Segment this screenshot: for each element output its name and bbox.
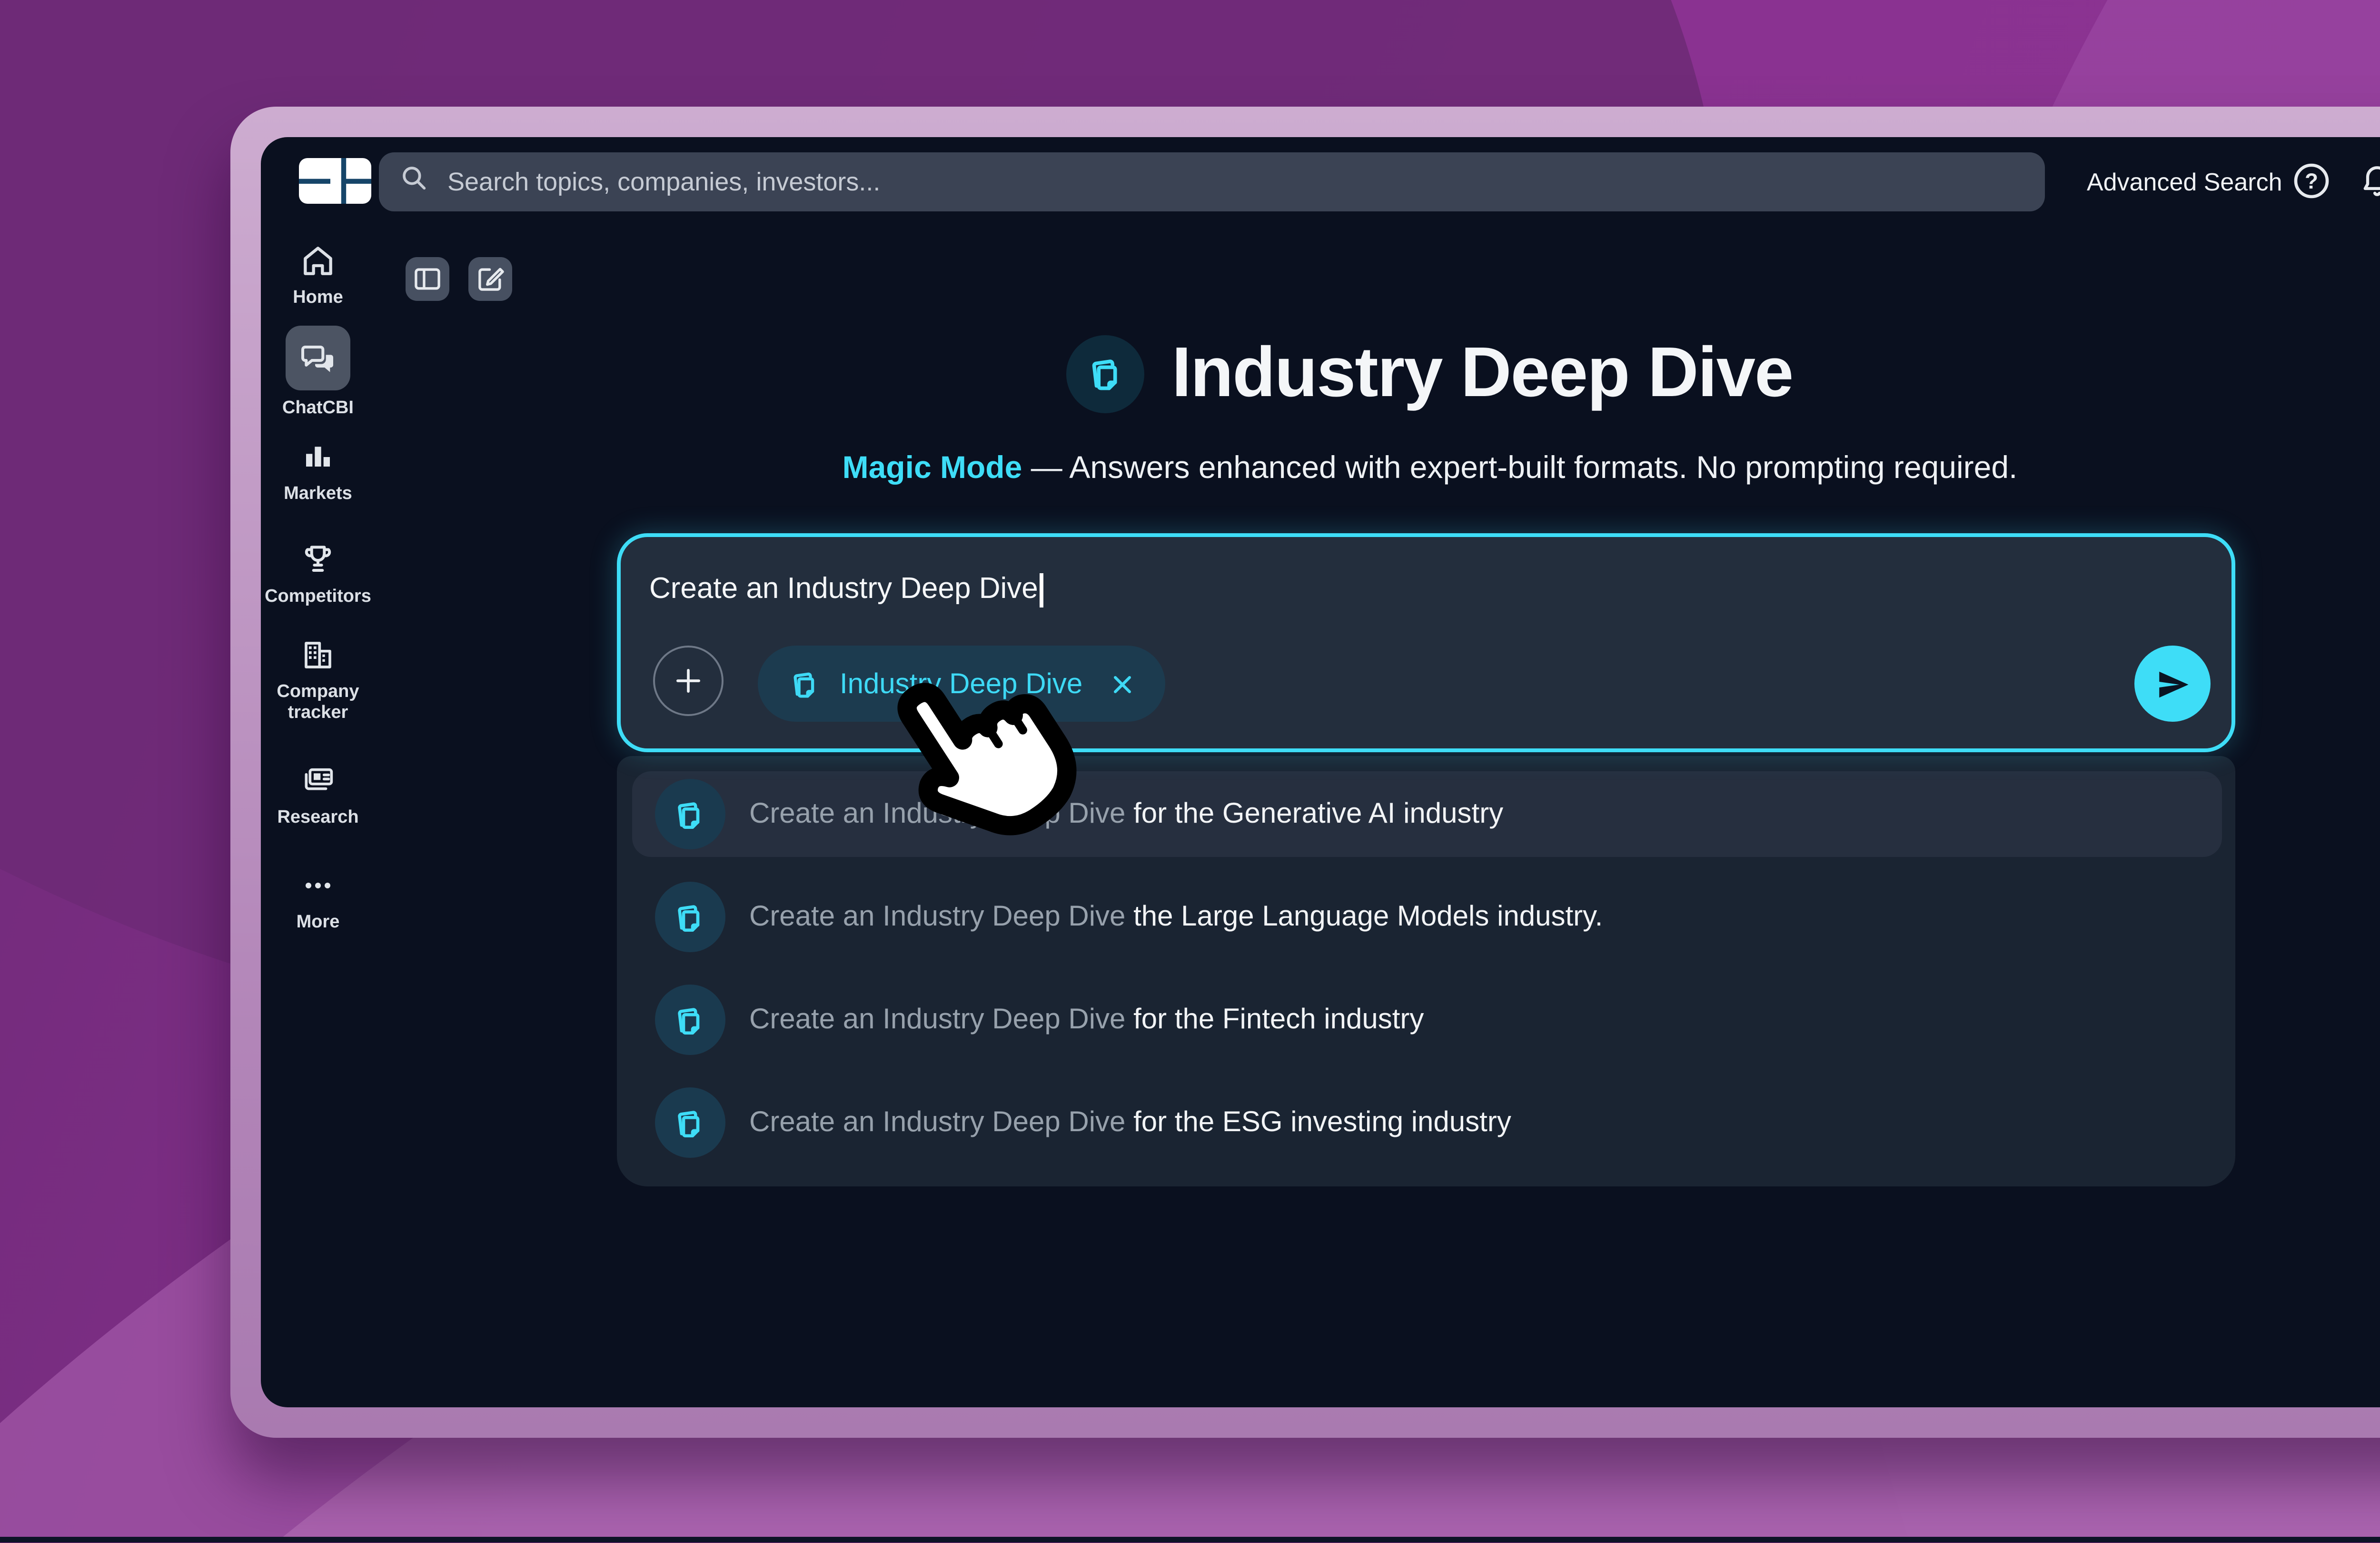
format-chip-industry-deep-dive[interactable]: Industry Deep Dive [758, 646, 1164, 722]
trophy-icon [299, 541, 337, 579]
send-button[interactable] [2134, 646, 2211, 722]
text-caret [1040, 573, 1043, 607]
plus-icon [670, 663, 706, 699]
window-frame: Advanced Search ? [230, 107, 2380, 1438]
notifications-bell-button[interactable] [2351, 156, 2380, 206]
report-icon [299, 762, 337, 800]
ellipsis-icon [299, 866, 337, 905]
documents-icon [786, 666, 823, 702]
documents-icon [670, 1104, 708, 1142]
documents-icon [670, 1001, 708, 1039]
global-search[interactable] [379, 152, 2045, 211]
page-title: Industry Deep Dive [1172, 333, 1793, 413]
close-icon[interactable] [1107, 669, 1136, 698]
documents-icon [670, 898, 708, 936]
suggestion-rest: for the Fintech industry [1125, 1004, 1424, 1036]
new-chat-button[interactable] [468, 257, 512, 301]
suggestion-rest: for the Generative AI industry [1125, 798, 1503, 830]
search-input[interactable] [444, 166, 2024, 198]
search-icon [400, 163, 428, 201]
sidebar-item-label: ChatCBI [265, 398, 371, 419]
suggestion-row[interactable]: Create an Industry Deep Dive for the Fin… [631, 977, 2221, 1063]
suggestion-prefix: Create an Industry Deep Dive [749, 901, 1125, 933]
page-header: Industry Deep Dive [375, 333, 2380, 413]
documents-icon [670, 795, 708, 833]
sidebar-item-label: Competitors [265, 587, 371, 607]
sidebar-item-label: Research [265, 807, 371, 828]
suggestion-prefix: Create an Industry Deep Dive [749, 1106, 1125, 1139]
deep-dive-badge [654, 779, 724, 849]
deep-dive-badge [654, 985, 724, 1055]
documents-icon [1084, 351, 1128, 395]
suggestions-panel: Create an Industry Deep Dive for the Gen… [617, 756, 2235, 1186]
suggestion-row[interactable]: Create an Industry Deep Dive the Large L… [631, 874, 2221, 960]
sidebar-item-label: Company tracker [265, 682, 371, 724]
sidebar-item-research[interactable]: Research [261, 762, 375, 828]
app-window: Advanced Search ? [261, 137, 2380, 1407]
sidebar-item-chatcbi[interactable]: ChatCBI [261, 326, 375, 419]
suggestion-text: Create an Industry Deep Dive the Large L… [749, 901, 1603, 933]
prompt-composer[interactable]: Create an Industry Deep Dive Industry De… [617, 533, 2235, 752]
deep-dive-badge [654, 882, 724, 952]
cb-insights-logo[interactable] [299, 158, 371, 204]
deep-dive-badge [654, 1087, 724, 1158]
sidebar-item-company-tracker[interactable]: Company tracker [261, 636, 375, 724]
magic-mode-label: Magic Mode [843, 451, 1022, 486]
suggestion-text: Create an Industry Deep Dive for the Gen… [749, 798, 1503, 830]
bar-chart-icon [299, 438, 337, 476]
advanced-search-link[interactable]: Advanced Search [2087, 137, 2282, 227]
chat-icon [299, 339, 337, 377]
sidebar-item-markets[interactable]: Markets [261, 438, 375, 505]
active-item-highlight [286, 326, 350, 390]
suggestion-prefix: Create an Industry Deep Dive [749, 798, 1125, 830]
screen-bottom-strip [0, 1536, 2380, 1543]
subtitle-text: — Answers enhanced with expert-built for… [1022, 451, 2017, 486]
help-button[interactable]: ? [2287, 156, 2336, 206]
add-attachment-button[interactable] [653, 646, 724, 716]
suggestion-rest: the Large Language Models industry. [1125, 901, 1603, 933]
sidebar-item-more[interactable]: More [261, 866, 375, 933]
building-icon [299, 636, 337, 674]
composer-text-value: Create an Industry Deep Dive [649, 573, 1038, 607]
deep-dive-badge [1067, 334, 1145, 412]
sidebar-item-label: More [265, 912, 371, 933]
suggestion-prefix: Create an Industry Deep Dive [749, 1004, 1125, 1036]
composer-input-text[interactable]: Create an Industry Deep Dive [649, 573, 1043, 607]
suggestion-row[interactable]: Create an Industry Deep Dive for the Gen… [631, 771, 2221, 857]
suggestion-text: Create an Industry Deep Dive for the ESG… [749, 1106, 1511, 1139]
sidebar-item-competitors[interactable]: Competitors [261, 541, 375, 607]
question-mark-glyph: ? [2305, 169, 2318, 193]
chip-label: Industry Deep Dive [840, 667, 1082, 700]
home-icon [299, 242, 337, 280]
page-subtitle: Magic Mode — Answers enhanced with exper… [375, 451, 2380, 488]
toggle-history-panel-button[interactable] [406, 257, 449, 301]
send-icon [2152, 664, 2192, 704]
screen: Advanced Search ? [0, 0, 2380, 1543]
suggestion-text: Create an Industry Deep Dive for the Fin… [749, 1004, 1424, 1036]
sidebar-item-label: Markets [265, 484, 371, 505]
suggestion-row[interactable]: Create an Industry Deep Dive for the ESG… [631, 1080, 2221, 1165]
sidebar-item-home[interactable]: Home [261, 242, 375, 309]
sidebar-item-label: Home [265, 288, 371, 309]
suggestion-rest: for the ESG investing industry [1125, 1106, 1511, 1139]
